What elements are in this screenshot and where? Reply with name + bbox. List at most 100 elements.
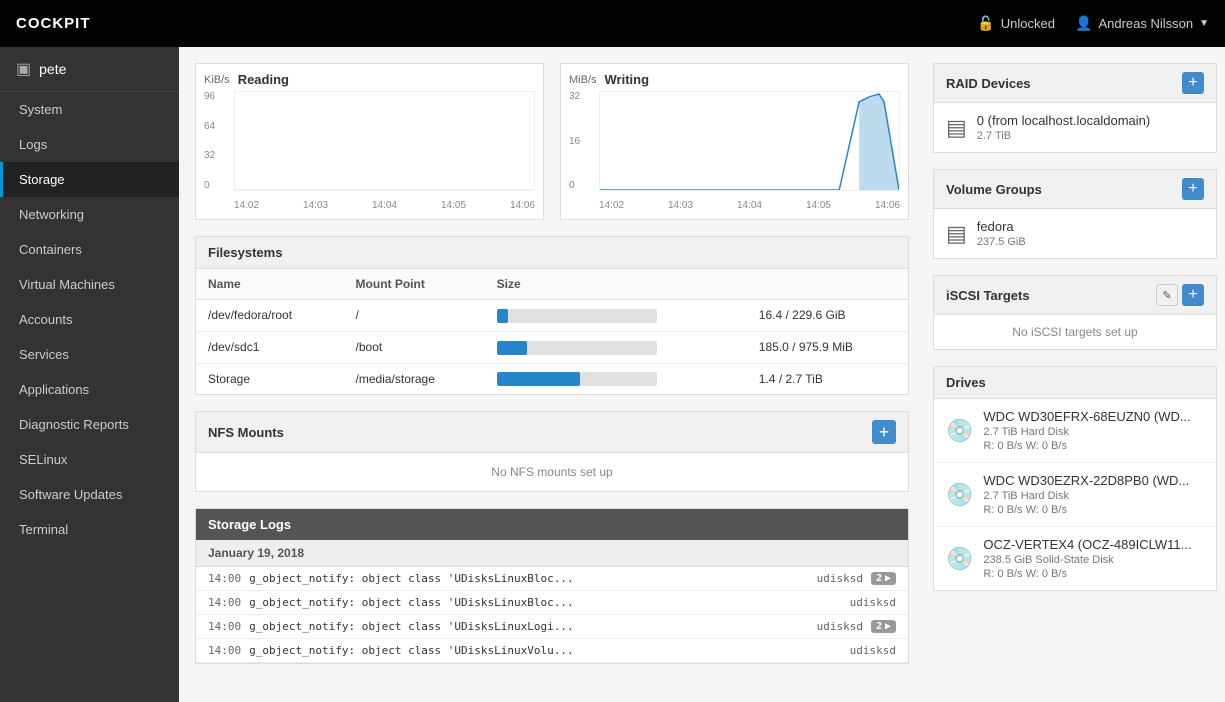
sidebar-item-label: Software Updates: [19, 487, 122, 502]
vg-name: fedora: [977, 219, 1204, 234]
sidebar-host-name: pete: [39, 61, 66, 77]
table-row[interactable]: Storage /media/storage 1.4 / 2.7 TiB: [196, 363, 908, 394]
logs-body: 14:00 g_object_notify: object class 'UDi…: [196, 567, 908, 663]
sidebar-item-label: Containers: [19, 242, 82, 257]
drives-card: Drives 💿 WDC WD30EFRX-68EUZN0 (WD... 2.7…: [933, 366, 1217, 591]
log-row[interactable]: 14:00 g_object_notify: object class 'UDi…: [196, 591, 908, 615]
log-time: 14:00: [208, 572, 241, 585]
drive-name: WDC WD30EFRX-68EUZN0 (WD...: [983, 409, 1204, 424]
sidebar-item-networking[interactable]: Networking: [0, 197, 179, 232]
raid-sub: 2.7 TiB: [977, 130, 1204, 142]
drive-name: OCZ-VERTEX4 (OCZ-489ICLW11...: [983, 537, 1204, 552]
user-menu[interactable]: 👤 Andreas Nilsson ▼: [1075, 15, 1209, 32]
sidebar-item-selinux[interactable]: SELinux: [0, 442, 179, 477]
nfs-panel: NFS Mounts + No NFS mounts set up: [195, 411, 909, 492]
col-name: Name: [196, 269, 344, 300]
drive-disk-icon: 💿: [946, 482, 973, 508]
iscsi-edit-button[interactable]: ✎: [1156, 284, 1178, 306]
vg-item[interactable]: ▤ fedora 237.5 GiB: [934, 209, 1216, 258]
sidebar-item-applications[interactable]: Applications: [0, 372, 179, 407]
raid-item[interactable]: ▤ 0 (from localhost.localdomain) 2.7 TiB: [934, 103, 1216, 152]
log-msg: g_object_notify: object class 'UDisksLin…: [249, 620, 808, 633]
drive-sub1: 2.7 TiB Hard Disk: [983, 490, 1204, 502]
writing-unit: MiB/s: [569, 74, 597, 86]
sidebar-item-accounts[interactable]: Accounts: [0, 302, 179, 337]
sidebar: ▣ pete System Logs Storage Networking Co…: [0, 47, 179, 702]
sidebar-host[interactable]: ▣ pete: [0, 47, 179, 92]
nfs-add-button[interactable]: +: [872, 420, 896, 444]
sidebar-item-label: Virtual Machines: [19, 277, 115, 292]
iscsi-header: iSCSI Targets ✎ +: [934, 276, 1216, 315]
iscsi-empty: No iSCSI targets set up: [934, 315, 1216, 349]
user-name: Andreas Nilsson: [1098, 16, 1193, 31]
reading-title: Reading: [238, 72, 289, 87]
iscsi-add-button[interactable]: +: [1182, 284, 1204, 306]
filesystems-body: Name Mount Point Size /dev/fedora/root /…: [196, 269, 908, 394]
writing-chart: MiB/s Writing 0 16 32: [560, 63, 909, 220]
drive-item[interactable]: 💿 WDC WD30EZRX-22D8PB0 (WD... 2.7 TiB Ha…: [934, 463, 1216, 527]
fs-name: Storage: [196, 363, 344, 394]
sidebar-item-virtual-machines[interactable]: Virtual Machines: [0, 267, 179, 302]
sidebar-item-label: Terminal: [19, 522, 68, 537]
sidebar-item-terminal[interactable]: Terminal: [0, 512, 179, 547]
drives-header: Drives: [934, 367, 1216, 399]
log-row[interactable]: 14:00 g_object_notify: object class 'UDi…: [196, 639, 908, 663]
nfs-empty-label: No NFS mounts set up: [196, 453, 908, 491]
sidebar-item-containers[interactable]: Containers: [0, 232, 179, 267]
drive-sub1: 2.7 TiB Hard Disk: [983, 426, 1204, 438]
log-time: 14:00: [208, 596, 241, 609]
vg-add-button[interactable]: +: [1182, 178, 1204, 200]
filesystems-header: Filesystems: [196, 237, 908, 269]
sidebar-item-diagnostic-reports[interactable]: Diagnostic Reports: [0, 407, 179, 442]
sidebar-item-label: Diagnostic Reports: [19, 417, 129, 432]
raid-name: 0 (from localhost.localdomain): [977, 113, 1204, 128]
log-source: udisksd: [850, 644, 896, 657]
raid-add-button[interactable]: +: [1182, 72, 1204, 94]
drive-item[interactable]: 💿 OCZ-VERTEX4 (OCZ-489ICLW11... 238.5 Gi…: [934, 527, 1216, 590]
fs-mount: /boot: [344, 331, 485, 363]
sidebar-item-system[interactable]: System: [0, 92, 179, 127]
table-row[interactable]: /dev/fedora/root / 16.4 / 229.6 GiB: [196, 300, 908, 332]
app-brand: COCKPIT: [16, 15, 91, 32]
log-row[interactable]: 14:00 g_object_notify: object class 'UDi…: [196, 615, 908, 639]
sidebar-item-storage[interactable]: Storage: [0, 162, 179, 197]
volume-groups-card: Volume Groups + ▤ fedora 237.5 GiB: [933, 169, 1217, 259]
reading-chart: KiB/s Reading 0 32 64 96: [195, 63, 544, 220]
drive-disk-icon: 💿: [946, 418, 973, 444]
sidebar-item-label: Logs: [19, 137, 47, 152]
unlocked-status[interactable]: 🔓 Unlocked: [977, 15, 1055, 32]
raid-devices-card: RAID Devices + ▤ 0 (from localhost.local…: [933, 63, 1217, 153]
raid-title: RAID Devices: [946, 76, 1031, 91]
raid-header: RAID Devices +: [934, 64, 1216, 103]
log-msg: g_object_notify: object class 'UDisksLin…: [249, 572, 808, 585]
vg-sub: 237.5 GiB: [977, 236, 1204, 248]
sidebar-item-logs[interactable]: Logs: [0, 127, 179, 162]
reading-x-labels: 14:02 14:03 14:04 14:05 14:06: [234, 200, 535, 211]
vg-title: Volume Groups: [946, 182, 1042, 197]
lock-icon: 🔓: [977, 15, 994, 32]
log-row[interactable]: 14:00 g_object_notify: object class 'UDi…: [196, 567, 908, 591]
sidebar-item-services[interactable]: Services: [0, 337, 179, 372]
raid-info: 0 (from localhost.localdomain) 2.7 TiB: [977, 113, 1204, 142]
user-icon: 👤: [1075, 15, 1092, 32]
fs-usage-bar-cell: [485, 331, 747, 363]
log-source: udisksd: [817, 572, 863, 585]
right-panel: RAID Devices + ▤ 0 (from localhost.local…: [925, 47, 1225, 702]
nfs-header: NFS Mounts +: [196, 412, 908, 453]
raid-disk-icon: ▤: [946, 115, 967, 141]
sidebar-item-software-updates[interactable]: Software Updates: [0, 477, 179, 512]
reading-canvas: [234, 91, 535, 191]
log-source: udisksd: [817, 620, 863, 633]
drive-info: WDC WD30EZRX-22D8PB0 (WD... 2.7 TiB Hard…: [983, 473, 1204, 516]
filesystems-panel: Filesystems Name Mount Point Size /dev/f…: [195, 236, 909, 395]
drive-info: WDC WD30EFRX-68EUZN0 (WD... 2.7 TiB Hard…: [983, 409, 1204, 452]
host-icon: ▣: [16, 59, 31, 79]
table-row[interactable]: /dev/sdc1 /boot 185.0 / 975.9 MiB: [196, 331, 908, 363]
usage-bar: [497, 372, 580, 386]
drive-item[interactable]: 💿 WDC WD30EFRX-68EUZN0 (WD... 2.7 TiB Ha…: [934, 399, 1216, 463]
log-msg: g_object_notify: object class 'UDisksLin…: [249, 596, 842, 609]
reading-chart-header: KiB/s Reading: [204, 72, 535, 87]
nfs-title: NFS Mounts: [208, 425, 284, 440]
sidebar-item-label: Accounts: [19, 312, 72, 327]
fs-table-header-row: Name Mount Point Size: [196, 269, 908, 300]
